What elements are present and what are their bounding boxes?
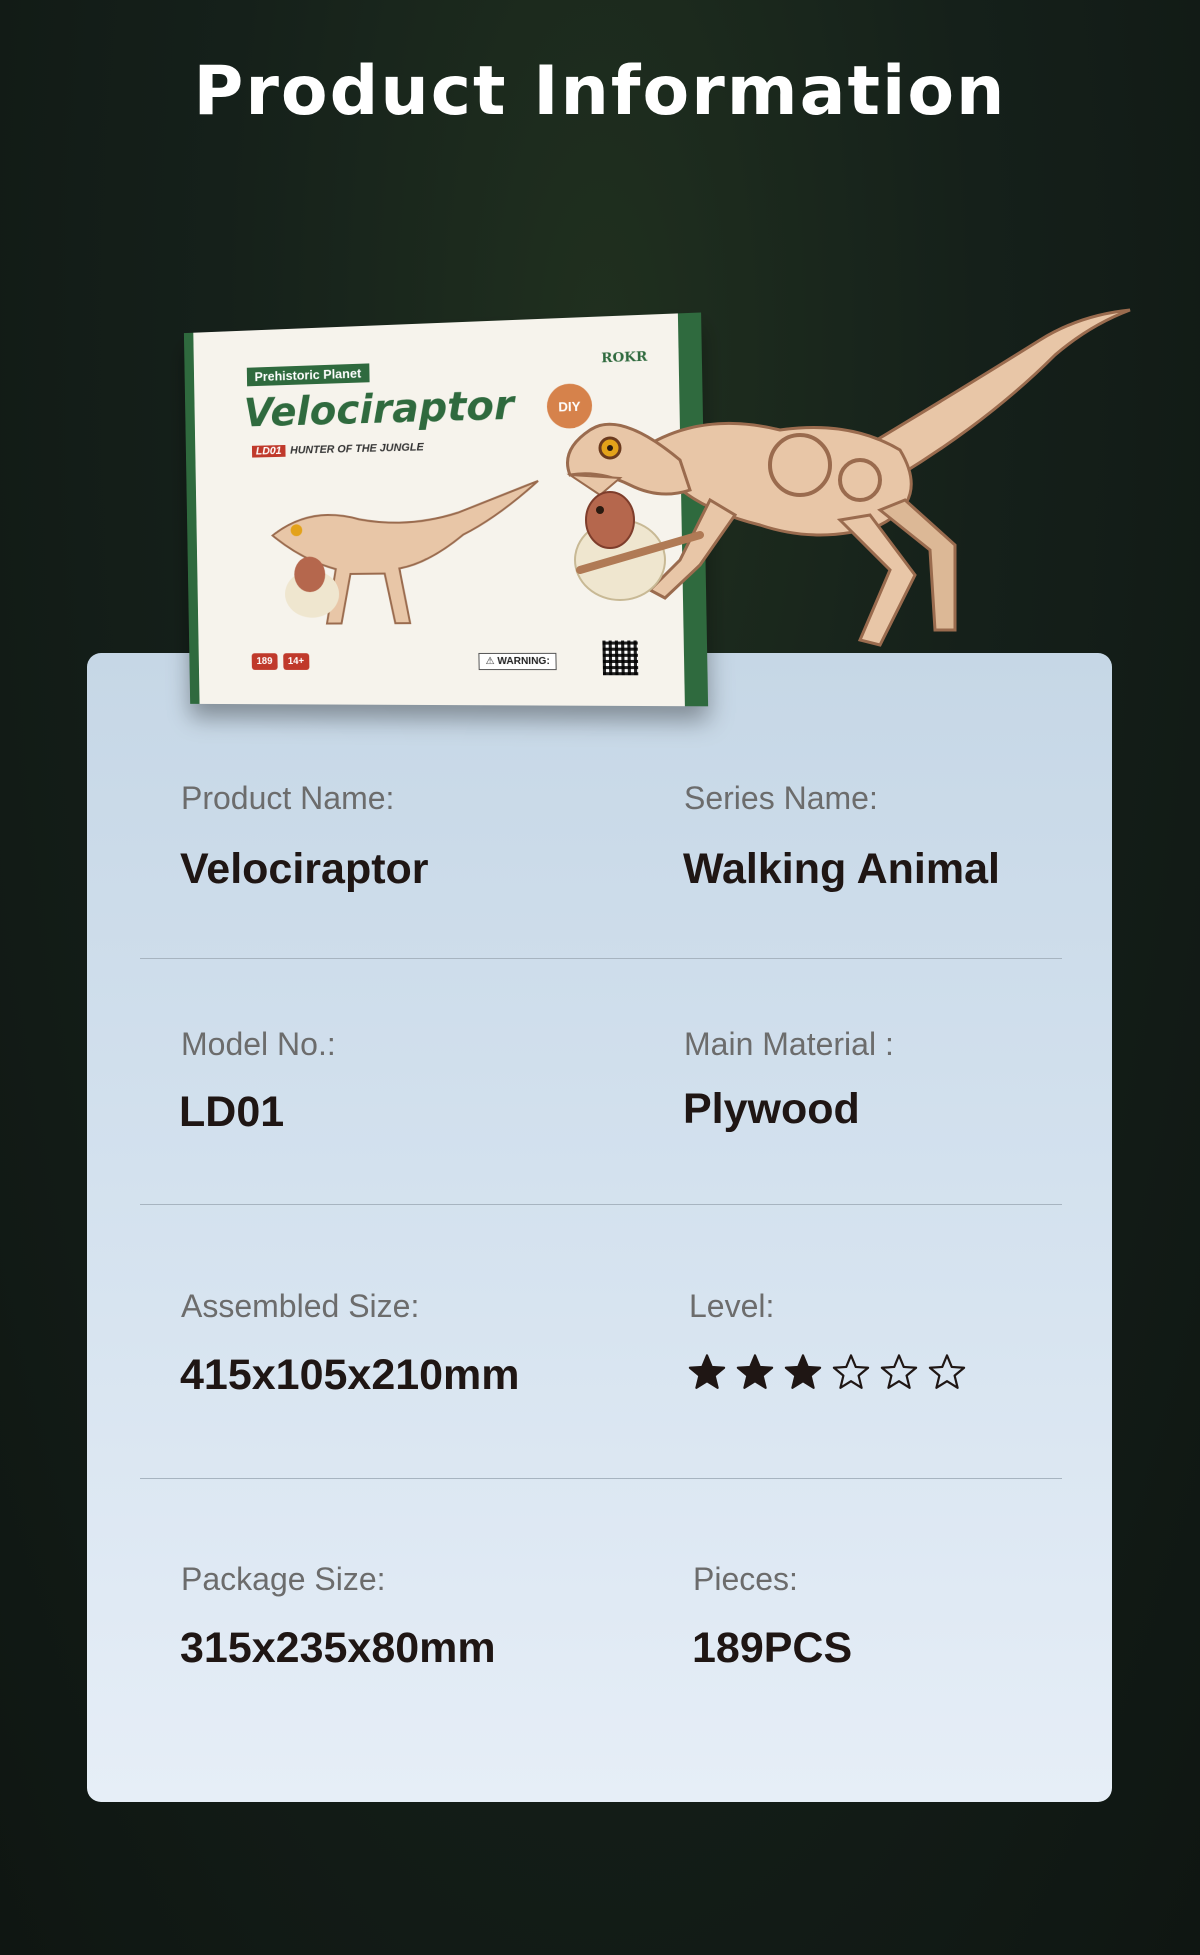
level-rating [688, 1353, 966, 1391]
velociraptor-model-image [566, 308, 1131, 647]
star-filled-icon [736, 1354, 774, 1389]
divider [140, 1204, 1062, 1205]
page-title: Product Information [193, 52, 1007, 131]
box-badge: 189 [251, 653, 278, 670]
star-filled-icon [688, 1354, 726, 1389]
box-series-label: Prehistoric Planet [246, 363, 370, 387]
star-empty-icon [880, 1354, 918, 1389]
box-warning: ⚠ WARNING: [478, 652, 558, 671]
series-name-label: Series Name: [684, 780, 878, 816]
main-material-label: Main Material : [684, 1026, 894, 1062]
product-name-value: Velociraptor [180, 845, 429, 893]
star-empty-icon [928, 1354, 966, 1389]
level-label: Level: [689, 1288, 775, 1324]
series-name-value: Walking Animal [683, 845, 1000, 893]
assembled-size-label: Assembled Size: [181, 1288, 420, 1324]
box-title: Velociraptor [243, 382, 515, 437]
divider [140, 1478, 1062, 1479]
box-dinosaur-illustration [252, 471, 550, 634]
assembled-size-value: 415x105x210mm [180, 1351, 520, 1399]
star-filled-icon [784, 1354, 822, 1389]
box-badge: 14+ [282, 653, 310, 670]
box-subtitle: LD01 HUNTER OF THE JUNGLE [251, 441, 424, 458]
star-empty-icon [832, 1354, 870, 1389]
main-material-value: Plywood [683, 1085, 860, 1133]
box-badges: 189 14+ [251, 653, 310, 670]
divider [140, 958, 1062, 959]
package-size-value: 315x235x80mm [180, 1624, 496, 1672]
product-info-card: Product Name: Velociraptor Series Name: … [87, 653, 1112, 1802]
box-code: LD01 [251, 444, 286, 458]
product-name-label: Product Name: [181, 780, 395, 816]
pieces-label: Pieces: [693, 1561, 798, 1597]
model-no-value: LD01 [179, 1088, 285, 1136]
box-subtitle-text: HUNTER OF THE JUNGLE [290, 441, 424, 457]
pieces-value: 189PCS [692, 1624, 853, 1672]
package-size-label: Package Size: [181, 1561, 386, 1597]
model-no-label: Model No.: [181, 1026, 336, 1062]
